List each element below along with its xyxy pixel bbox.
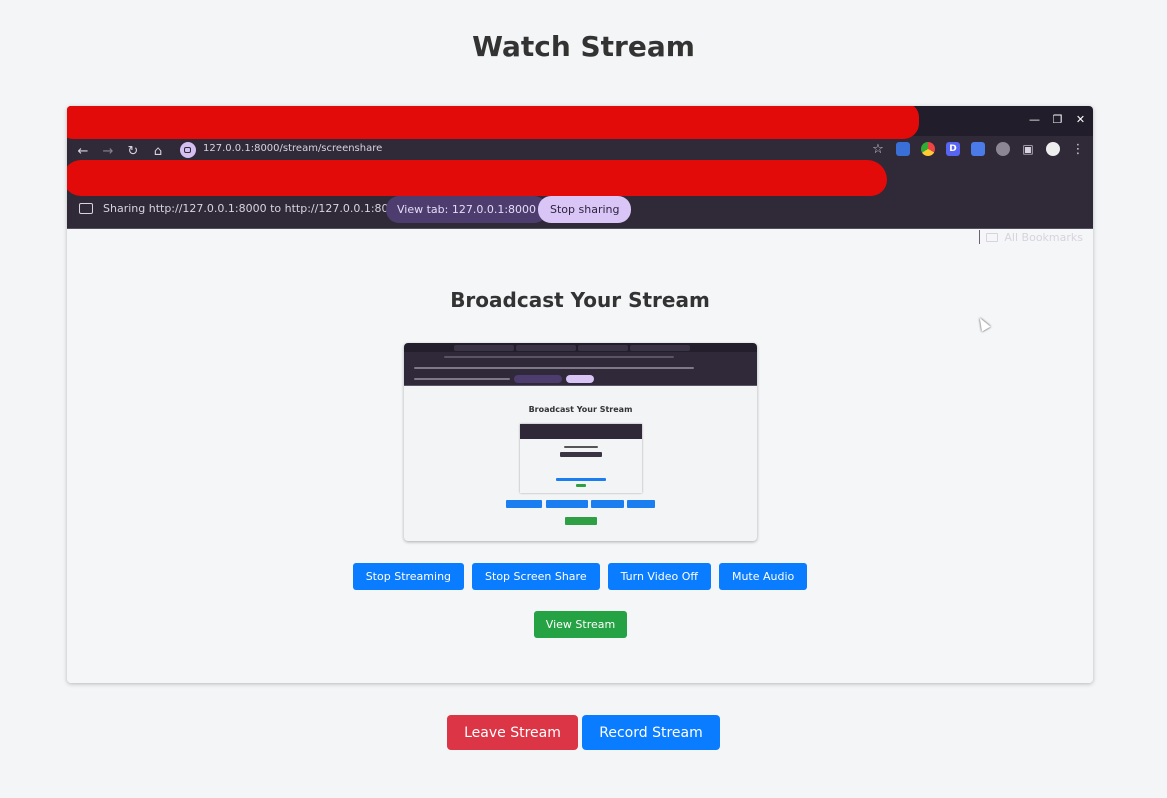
close-icon: ✕ [1075, 113, 1086, 126]
preview-nested-green [576, 484, 586, 487]
preview-title: Broadcast Your Stream [528, 405, 633, 414]
stop-streaming-button: Stop Streaming [352, 563, 465, 590]
translate-icon [971, 142, 985, 156]
turn-video-off-button: Turn Video Off [607, 563, 711, 590]
puzzle-icon: ▣ [1022, 142, 1034, 156]
record-stream-button[interactable]: Record Stream [582, 715, 720, 750]
preview-nested-chrome [520, 424, 642, 439]
folder-icon [986, 232, 999, 242]
preview-button [506, 500, 542, 508]
preview-view-tab [514, 375, 562, 383]
page-title: Watch Stream [472, 30, 695, 63]
stop-screen-share-button: Stop Screen Share [472, 563, 600, 590]
extension-2-icon [996, 142, 1010, 156]
captured-url: 127.0.0.1:8000/stream/screenshare [203, 143, 383, 154]
forward-icon: → [102, 143, 114, 159]
redaction-mark [67, 106, 919, 139]
d-icon: D [946, 142, 960, 156]
preview-bookmarks [404, 362, 757, 373]
site-icon [180, 142, 196, 158]
home-icon: ⌂ [153, 143, 163, 159]
preview-button [627, 500, 655, 508]
viewer-controls: Leave Stream Record Stream [0, 715, 1167, 750]
back-icon: ← [77, 143, 89, 159]
preview-tab [578, 345, 628, 351]
preview-green-button [565, 517, 597, 525]
bookmarks-separator [979, 230, 981, 244]
mute-audio-button: Mute Audio [718, 563, 808, 590]
sharing-text: Sharing http://127.0.0.1:8000 to http://… [103, 202, 403, 215]
preview-share-text [414, 378, 510, 380]
leave-stream-button[interactable]: Leave Stream [447, 715, 578, 750]
extension-icons: ☆ D ▣ ⋮ [871, 141, 1085, 157]
preview-nested-video [520, 424, 642, 493]
preview-nested-buttons [556, 478, 606, 481]
preview-toolbar [404, 352, 757, 362]
preview-share-bar [404, 373, 757, 386]
preview-address [444, 356, 674, 358]
mouse-cursor-icon [975, 315, 991, 332]
more-icon: ⋮ [1071, 141, 1085, 157]
preview-tab [630, 345, 690, 351]
preview-nested-frame [560, 452, 602, 457]
preview-tab [454, 345, 514, 351]
local-preview-video: Broadcast Your Stream [404, 343, 757, 541]
window-controls: — ❐ ✕ [1028, 112, 1087, 127]
minimize-icon: — [1029, 113, 1040, 126]
preview-nested-title [564, 446, 598, 448]
chrome-icon [921, 142, 935, 156]
stream-video[interactable]: — ❐ ✕ ← → ↻ ⌂ 127.0.0.1:8000/stream/scre… [67, 106, 1093, 683]
preview-button [591, 500, 624, 508]
view-stream-button: View Stream [534, 611, 627, 638]
stop-sharing-button: Stop sharing [538, 196, 632, 223]
captured-stream-controls: Stop Streaming Stop Screen Share Turn Vi… [67, 563, 1093, 590]
screen-share-icon [79, 203, 93, 214]
restore-icon: ❐ [1052, 113, 1063, 126]
profile-icon [1046, 142, 1060, 156]
preview-bookmark-items [414, 367, 694, 369]
reload-icon: ↻ [127, 143, 139, 159]
preview-stop-sharing [566, 375, 594, 383]
view-tab-button: View tab: 127.0.0.1:8000 [386, 196, 548, 223]
extension-1-icon [896, 142, 910, 156]
preview-tab-bar [404, 343, 757, 352]
preview-button [546, 500, 588, 508]
all-bookmarks-label: All Bookmarks [1004, 230, 1083, 244]
star-icon: ☆ [872, 141, 884, 157]
all-bookmarks: All Bookmarks [979, 230, 1083, 244]
redaction-mark [67, 160, 887, 196]
preview-tab [516, 345, 576, 351]
broadcast-title: Broadcast Your Stream [450, 288, 710, 312]
